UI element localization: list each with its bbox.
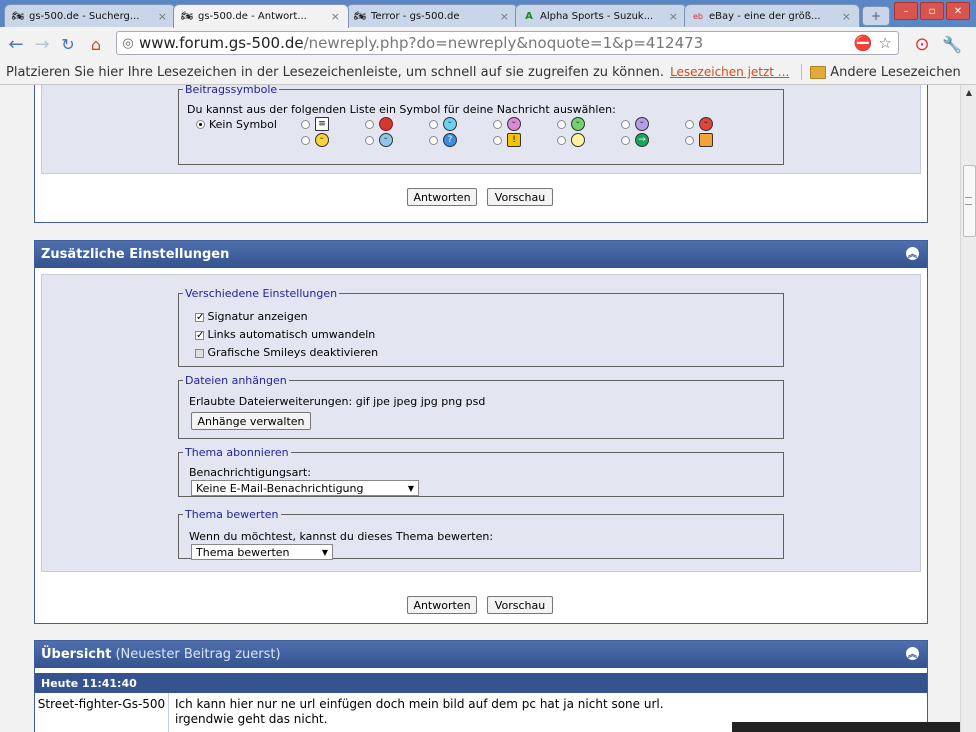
smile-smiley-icon: ᵕ — [315, 133, 329, 147]
taskbar-strip — [732, 722, 960, 732]
bookmark-hint: Platzieren Sie hier Ihre Lesezeichen in … — [6, 64, 665, 80]
lightbulb-icon — [571, 133, 585, 147]
reply-button-bottom[interactable]: Antworten — [407, 596, 477, 614]
ebay-icon: eb — [693, 11, 703, 21]
tab-reply[interactable]: 🏍 gs-500.de - Antwort... × — [173, 4, 349, 28]
block-icon[interactable]: ⛔ — [854, 34, 873, 52]
star-icon[interactable]: ☆ — [879, 34, 892, 52]
dropdown-arrow-icon: ▼ — [407, 483, 414, 493]
close-icon[interactable]: × — [500, 10, 509, 23]
tab-alpha-sports[interactable]: A Alpha Sports - Suzuk... × — [515, 4, 687, 27]
tab-ebay[interactable]: eb eBay - eine der größ... × — [684, 4, 860, 27]
reload-icon[interactable]: ↻ — [58, 34, 78, 54]
scroll-up-icon[interactable]: ▲ — [964, 88, 974, 98]
grin-smiley-icon: ᵕ — [571, 117, 585, 131]
home-icon[interactable]: ⌂ — [86, 34, 106, 54]
post-text: Ich kann hier nur ne url einfügen doch m… — [175, 697, 664, 726]
post-icons-intro: Du kannst aus der folgenden Liste ein Sy… — [187, 103, 616, 116]
minimize-button[interactable]: – — [894, 2, 918, 20]
radio-selected[interactable] — [196, 120, 205, 129]
close-icon[interactable]: × — [331, 10, 340, 23]
bike-icon: 🏍 — [180, 11, 194, 22]
window-close-button[interactable]: ✕ — [946, 2, 970, 20]
icon-option-smile[interactable]: ᵕ — [301, 133, 329, 147]
links-checkbox[interactable]: ✓ — [195, 330, 204, 340]
preview-button-bottom[interactable]: Vorschau — [487, 596, 553, 614]
signature-option[interactable]: ✓ Signatur anzeigen — [195, 310, 308, 323]
reply-button[interactable]: Antworten — [407, 188, 477, 206]
warning-icon: ! — [507, 133, 521, 147]
adblock-icon[interactable]: ⊙ — [912, 34, 932, 55]
icon-option-thumbs-up[interactable] — [685, 133, 713, 147]
arrow-right-icon: → — [635, 133, 649, 147]
address-bar[interactable]: ◎ www.forum.gs-500.de/newreply.php?do=ne… — [116, 31, 899, 55]
new-tab-button[interactable]: + — [862, 6, 890, 26]
overview-panel: Übersicht (Neuester Beitrag zuerst) ︽ He… — [34, 640, 928, 732]
sad-smiley-icon: ᵕ — [635, 117, 649, 131]
alpha-logo-icon: A — [525, 10, 533, 22]
document-icon: ≡ — [315, 117, 329, 131]
tongue-smiley-icon: ᵕ — [507, 117, 521, 131]
icon-option-tongue[interactable]: ᵕ — [493, 117, 521, 131]
dropdown-arrow-icon: ▼ — [321, 547, 328, 557]
globe-icon: ◎ — [122, 35, 134, 51]
wrench-icon[interactable]: 🔧 — [942, 34, 962, 54]
smileys-option[interactable]: Grafische Smileys deaktivieren — [195, 346, 378, 359]
icon-option-lightbulb[interactable] — [557, 133, 585, 147]
rate-select[interactable]: Thema bewerten ▼ — [191, 544, 333, 560]
page-scrollbar[interactable]: ▲ — [960, 85, 976, 732]
icon-option-none[interactable]: Kein Symbol — [196, 118, 277, 131]
icon-option-warning[interactable]: ! — [493, 133, 521, 147]
icon-option-sad[interactable]: ᵕ — [621, 117, 649, 131]
thumbs-down-icon — [379, 117, 393, 131]
icon-option-thumbs-down[interactable] — [365, 117, 393, 131]
bookmark-bar: Platzieren Sie hier Ihre Lesezeichen in … — [0, 60, 976, 85]
close-icon[interactable]: × — [669, 10, 678, 23]
other-bookmarks-folder[interactable]: Andere Lesezeichen — [810, 65, 961, 80]
icon-option-document[interactable]: ≡ — [301, 117, 329, 131]
manage-attachments-button[interactable]: Anhänge verwalten — [191, 412, 311, 430]
collapse-icon[interactable]: ︽ — [906, 647, 919, 660]
allowed-extensions: Erlaubte Dateierweiterungen: gif jpe jpe… — [189, 395, 486, 408]
navigation-bar: ← → ↻ ⌂ ◎ www.forum.gs-500.de/newreply.p… — [0, 27, 976, 60]
close-icon[interactable]: × — [158, 10, 167, 23]
post-date: Heute 11:41:40 — [35, 673, 927, 693]
post-icons-panel: Beitragssymbole Du kannst aus der folgen… — [34, 85, 928, 223]
bike-icon: 🏍 — [11, 10, 25, 22]
additional-settings-header: Zusätzliche Einstellungen ︽ — [35, 241, 927, 268]
angry-smiley-icon: ᵕ — [699, 117, 713, 131]
signature-checkbox[interactable]: ✓ — [195, 312, 204, 322]
smileys-checkbox[interactable] — [195, 348, 204, 358]
forward-icon[interactable]: → — [32, 34, 52, 55]
post-username[interactable]: Street-fighter-Gs-500 — [35, 693, 169, 732]
bike-icon: 🏍 — [353, 10, 367, 22]
icon-option-wink[interactable]: ᵕ — [429, 117, 457, 131]
close-icon[interactable]: × — [842, 10, 851, 23]
icon-option-angry[interactable]: ᵕ — [685, 117, 713, 131]
cool-smiley-icon: ᵕ — [379, 133, 393, 147]
rate-label: Wenn du möchtest, kannst du dieses Thema… — [189, 530, 494, 543]
notify-label: Benachrichtigungsart: — [189, 466, 311, 479]
tab-search-results[interactable]: 🏍 gs-500.de - Sucherg... × — [4, 4, 176, 27]
icon-option-cool[interactable]: ᵕ — [365, 133, 393, 147]
folder-icon — [810, 65, 827, 79]
icon-option-grin[interactable]: ᵕ — [557, 117, 585, 131]
tab-terror[interactable]: 🏍 Terror - gs-500.de × — [346, 4, 518, 27]
bookmark-now-link[interactable]: Lesezeichen jetzt ... — [670, 65, 789, 79]
page-viewport: Beitragssymbole Du kannst aus der folgen… — [0, 85, 960, 732]
preview-button[interactable]: Vorschau — [487, 188, 553, 206]
thumbs-up-icon — [699, 133, 713, 147]
back-icon[interactable]: ← — [6, 34, 26, 55]
links-option[interactable]: ✓ Links automatisch umwandeln — [195, 328, 375, 341]
overview-header: Übersicht (Neuester Beitrag zuerst) ︽ — [35, 641, 927, 668]
icon-option-question[interactable]: ? — [429, 133, 457, 147]
collapse-icon[interactable]: ︽ — [906, 247, 919, 260]
notify-select[interactable]: Keine E-Mail-Benachrichtigung ▼ — [191, 480, 419, 496]
question-icon: ? — [443, 133, 457, 147]
additional-settings-panel: Zusätzliche Einstellungen ︽ Verschiedene… — [34, 240, 928, 624]
maximize-button[interactable]: ▫ — [920, 2, 944, 20]
icon-option-arrow[interactable]: → — [621, 133, 649, 147]
tab-strip: 🏍 gs-500.de - Sucherg... × 🏍 gs-500.de -… — [0, 0, 976, 28]
wink-smiley-icon: ᵕ — [443, 117, 457, 131]
